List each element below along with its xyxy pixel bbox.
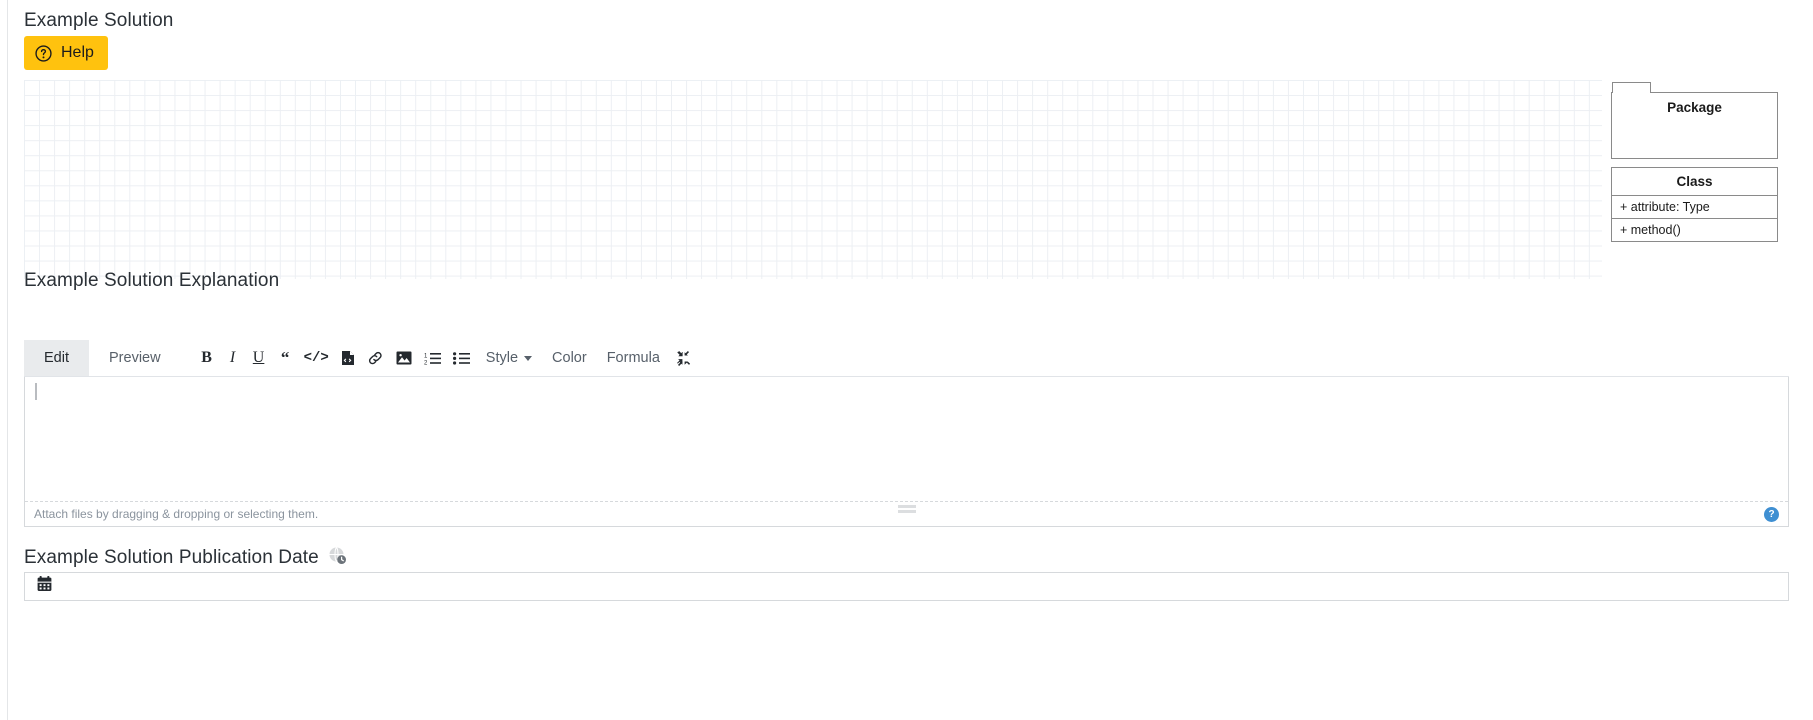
fullscreen-button[interactable] — [670, 340, 697, 376]
palette-shape-package[interactable]: Package — [1611, 82, 1778, 159]
unordered-list-icon — [452, 351, 470, 366]
style-dropdown-label: Style — [485, 350, 519, 366]
publication-date-header: Example Solution Publication Date — [24, 546, 347, 570]
svg-text:1: 1 — [424, 353, 428, 359]
question-circle-icon[interactable]: ? — [1764, 506, 1779, 522]
unordered-list-button[interactable] — [447, 340, 476, 376]
compress-arrows-icon — [676, 350, 691, 366]
image-button[interactable] — [390, 340, 418, 376]
link-button[interactable] — [361, 340, 390, 376]
ordered-list-icon: 1 2 — [424, 351, 441, 366]
quote-icon: “ — [280, 348, 289, 367]
bold-button[interactable]: B — [194, 340, 220, 376]
editor-resize-handle[interactable] — [897, 505, 916, 514]
help-button-label: Help — [61, 44, 94, 61]
package-title: Package — [1667, 100, 1722, 115]
text-caret — [35, 383, 37, 400]
ordered-list-button[interactable]: 1 2 — [418, 340, 447, 376]
explanation-textarea[interactable] — [25, 377, 1788, 513]
tab-edit[interactable]: Edit — [24, 340, 89, 376]
chevron-down-icon — [524, 355, 533, 361]
code-icon: </> — [303, 350, 329, 366]
tab-edit-label: Edit — [44, 350, 69, 366]
attach-files-label: Attach files by dragging & dropping or s… — [34, 507, 319, 521]
grip-bar — [897, 510, 916, 513]
class-attribute-row: + attribute: Type — [1612, 196, 1777, 219]
tab-preview-label: Preview — [109, 350, 161, 366]
image-icon — [396, 351, 412, 365]
left-divider — [7, 0, 8, 720]
color-button[interactable]: Color — [542, 340, 597, 376]
package-tab — [1612, 82, 1651, 93]
italic-icon: I — [229, 349, 236, 366]
example-solution-label: Example Solution — [24, 10, 174, 31]
editor-toolbar: Edit Preview B I U “ </> 1 2 Style Color… — [24, 340, 1789, 377]
code-block-button[interactable] — [335, 340, 361, 376]
help-button[interactable]: Help — [24, 36, 108, 70]
class-method-row: + method() — [1620, 223, 1681, 237]
example-solution-explanation-label: Example Solution Explanation — [24, 270, 280, 291]
bold-icon: B — [201, 349, 212, 366]
publication-date-input[interactable] — [24, 572, 1789, 601]
quote-button[interactable]: “ — [272, 340, 298, 376]
calendar-icon — [37, 576, 52, 597]
formula-button-label: Formula — [606, 350, 660, 366]
tab-preview[interactable]: Preview — [89, 340, 181, 376]
underline-button[interactable]: U — [246, 340, 272, 376]
style-dropdown[interactable]: Style — [476, 340, 542, 376]
markdown-editor: Edit Preview B I U “ </> 1 2 Style Color… — [24, 340, 1789, 527]
file-code-icon — [341, 350, 355, 366]
publication-date-label: Example Solution Publication Date — [24, 547, 319, 568]
link-icon — [367, 350, 384, 366]
globe-clock-icon — [328, 546, 347, 570]
color-button-label: Color — [552, 350, 587, 366]
diagram-canvas[interactable] — [24, 80, 1602, 279]
italic-button[interactable]: I — [220, 340, 246, 376]
shape-palette: Package Class + attribute: Type + method… — [1611, 80, 1791, 279]
inline-code-button[interactable]: </> — [298, 340, 335, 376]
formula-button[interactable]: Formula — [597, 340, 670, 376]
class-title: Class — [1612, 168, 1777, 196]
grip-bar — [897, 505, 916, 508]
question-circle-icon — [35, 44, 52, 62]
underline-icon: U — [252, 349, 265, 366]
palette-shape-class[interactable]: Class + attribute: Type + method() — [1611, 167, 1778, 242]
svg-text:2: 2 — [424, 360, 428, 366]
